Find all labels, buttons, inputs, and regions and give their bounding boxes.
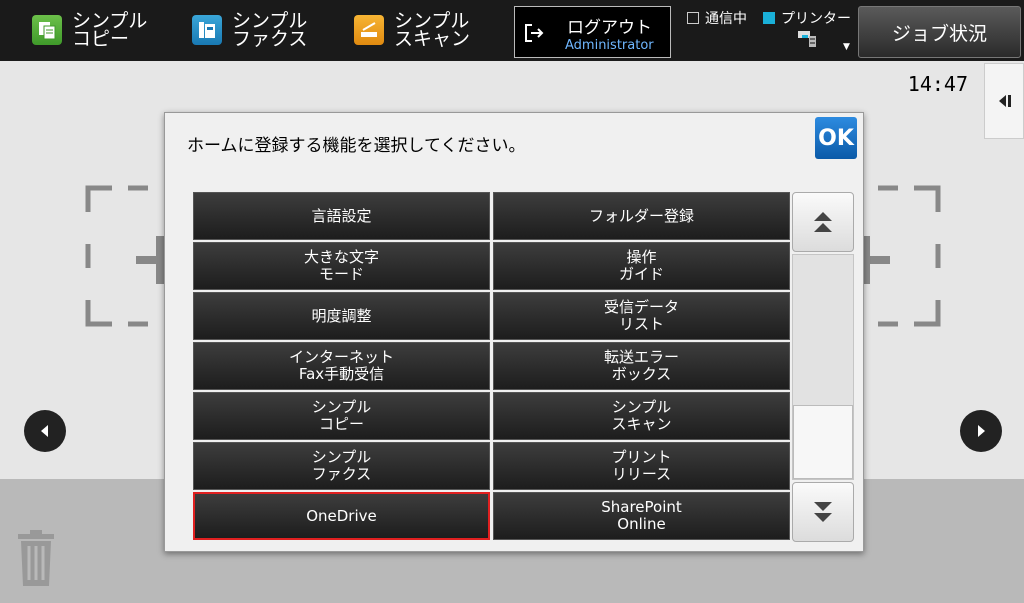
function-item-received-data-list[interactable]: 受信データ リスト (493, 292, 790, 340)
logged-in-user: Administrator (565, 38, 654, 53)
function-item-operation-guide[interactable]: 操作 ガイド (493, 242, 790, 290)
double-chevron-up-icon (814, 212, 832, 232)
function-item-simple-fax[interactable]: シンプル ファクス (193, 442, 490, 490)
top-bar: シンプル コピー シンプル ファクス シンプル スキャン ログアウト Admin… (0, 0, 1024, 61)
clock: 14:47 (907, 72, 968, 96)
scan-icon (354, 15, 384, 45)
logout-label: ログアウト (567, 18, 652, 38)
function-item-print-release[interactable]: プリント リリース (493, 442, 790, 490)
scroll-down-button[interactable] (792, 482, 854, 542)
scroll-thumb[interactable] (793, 405, 853, 479)
printer-status-indicator (763, 12, 775, 24)
side-panel-toggle[interactable] (984, 63, 1024, 139)
scrollbar (792, 192, 854, 542)
function-item-language-settings[interactable]: 言語設定 (193, 192, 490, 240)
function-select-dialog: ホームに登録する機能を選択してください。 OK 言語設定 フォルダー登録 大きな… (164, 112, 864, 552)
function-item-simple-scan[interactable]: シンプル スキャン (493, 392, 790, 440)
simple-copy-button[interactable]: シンプル コピー (32, 6, 147, 54)
logout-icon (525, 24, 544, 42)
scroll-up-button[interactable] (792, 192, 854, 252)
simple-fax-label: シンプル ファクス (232, 10, 308, 50)
function-item-brightness[interactable]: 明度調整 (193, 292, 490, 340)
comm-status-label: 通信中 (705, 11, 747, 27)
trash-icon[interactable] (14, 528, 58, 588)
ok-button[interactable]: OK (815, 117, 857, 159)
next-page-button[interactable] (960, 410, 1002, 452)
chevron-right-icon (978, 425, 985, 437)
function-item-large-text-mode[interactable]: 大きな文字 モード (193, 242, 490, 290)
copy-icon (32, 15, 62, 45)
function-item-folder-registration[interactable]: フォルダー登録 (493, 192, 790, 240)
collapse-left-icon (999, 95, 1011, 107)
function-item-onedrive[interactable]: OneDrive (193, 492, 490, 540)
comm-status: 通信中 (687, 8, 747, 28)
simple-copy-label: シンプル コピー (72, 10, 148, 50)
simple-fax-button[interactable]: シンプル ファクス (192, 6, 307, 54)
scroll-track[interactable] (792, 254, 854, 480)
dialog-title: ホームに登録する機能を選択してください。 (187, 136, 526, 156)
double-chevron-down-icon (814, 502, 832, 522)
function-item-forward-error-box[interactable]: 転送エラー ボックス (493, 342, 790, 390)
simple-scan-button[interactable]: シンプル スキャン (354, 6, 470, 54)
chevron-left-icon (41, 425, 48, 437)
previous-page-button[interactable] (24, 410, 66, 452)
fax-icon (192, 15, 222, 45)
chevron-down-icon[interactable]: ▼ (843, 42, 850, 52)
printer-status: プリンター (763, 8, 851, 28)
function-item-simple-copy[interactable]: シンプル コピー (193, 392, 490, 440)
printer-icon[interactable] (796, 27, 818, 49)
function-item-sharepoint-online[interactable]: SharePoint Online (493, 492, 790, 540)
simple-scan-label: シンプル スキャン (394, 10, 471, 50)
comm-status-indicator (687, 12, 699, 24)
printer-status-label: プリンター (781, 11, 851, 27)
job-status-button[interactable]: ジョブ状況 (858, 6, 1021, 58)
logout-button[interactable]: ログアウト Administrator (514, 6, 671, 58)
function-item-internet-fax-manual-receive[interactable]: インターネット Fax手動受信 (193, 342, 490, 390)
